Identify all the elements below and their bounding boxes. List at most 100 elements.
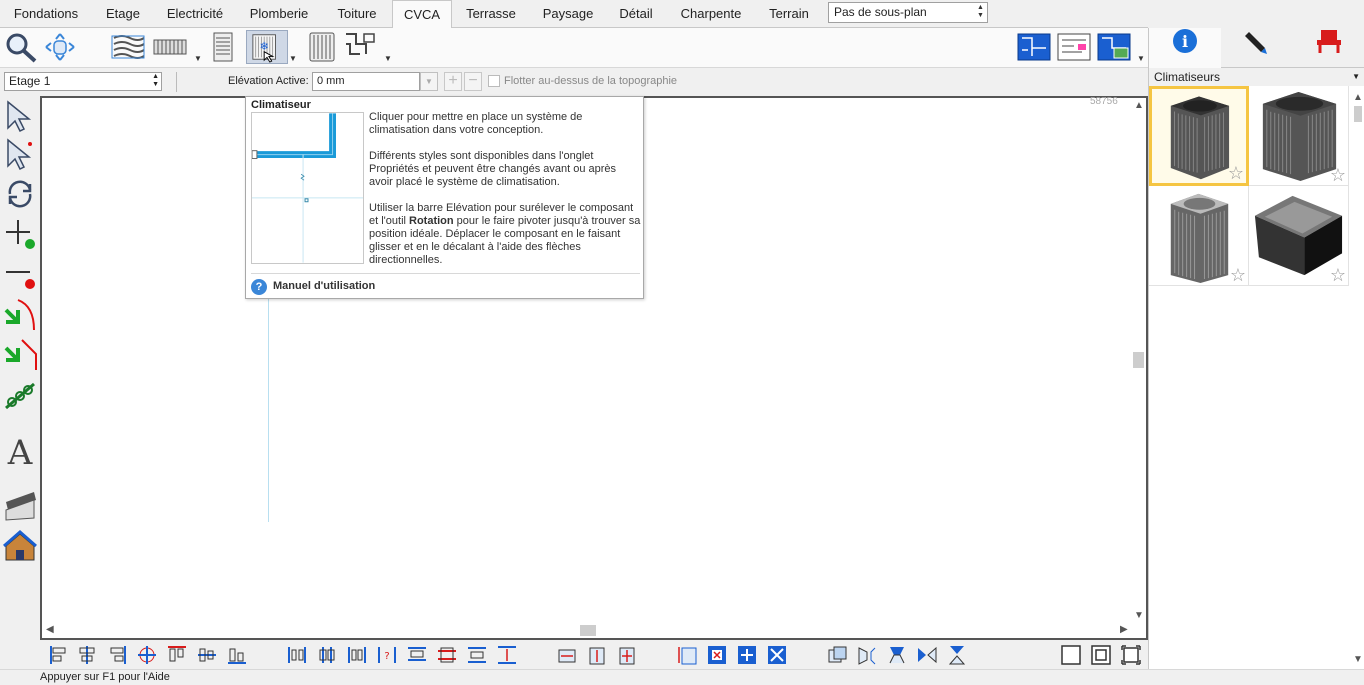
- multi-select-icon[interactable]: [2, 136, 38, 172]
- reflect-horizontal-icon[interactable]: [916, 644, 938, 666]
- align-bottom-icon[interactable]: [226, 644, 248, 666]
- scroll-left-icon[interactable]: ◀: [46, 624, 54, 635]
- scroll-down-icon[interactable]: ▼: [1134, 610, 1144, 621]
- add-point-icon[interactable]: [2, 216, 38, 252]
- camera-film-icon[interactable]: [2, 488, 38, 524]
- tab-terrain[interactable]: Terrain: [756, 0, 822, 28]
- distribute-center-icon[interactable]: [316, 644, 338, 666]
- pan-icon[interactable]: [42, 30, 78, 64]
- delete-point-icon[interactable]: [2, 256, 38, 292]
- chair-tab[interactable]: [1293, 28, 1364, 68]
- chamfer-icon[interactable]: [2, 336, 38, 372]
- favorite-star-icon[interactable]: ☆: [1330, 265, 1346, 285]
- favorite-star-icon[interactable]: ☆: [1330, 165, 1346, 185]
- help-icon[interactable]: ?: [251, 279, 267, 295]
- align-center-icon[interactable]: [76, 644, 98, 666]
- frame-single-icon[interactable]: [1060, 644, 1082, 666]
- svg-text:A: A: [7, 433, 33, 468]
- align-left-icon[interactable]: [48, 644, 70, 666]
- tab-charpente[interactable]: Charpente: [666, 0, 756, 28]
- expand-center-icon[interactable]: [736, 644, 758, 666]
- break-line-icon[interactable]: [2, 378, 38, 414]
- chevron-down-icon[interactable]: ▼: [289, 54, 297, 63]
- chevron-down-icon[interactable]: ▼: [1137, 54, 1145, 63]
- category-header[interactable]: Climatiseurs ▼: [1148, 68, 1364, 86]
- fit-inside-icon[interactable]: [706, 644, 728, 666]
- library-item-air-conditioner-3[interactable]: ☆: [1149, 186, 1249, 286]
- tab-detail[interactable]: Détail: [606, 0, 666, 28]
- info-tab[interactable]: i: [1149, 28, 1221, 68]
- tab-plomberie[interactable]: Plomberie: [236, 0, 322, 28]
- favorite-star-icon[interactable]: ☆: [1228, 163, 1244, 183]
- text-icon[interactable]: A: [2, 432, 38, 473]
- scroll-up-icon[interactable]: ▲: [1134, 100, 1144, 111]
- elevation-input[interactable]: 0 mm: [312, 72, 420, 91]
- rotate-icon[interactable]: [2, 176, 38, 212]
- chevron-down-icon[interactable]: ▼: [384, 54, 392, 63]
- mirror-horizontal-icon[interactable]: [856, 644, 878, 666]
- scroll-down-icon[interactable]: ▼: [1353, 654, 1363, 665]
- subplan-select[interactable]: Pas de sous-plan ▲ ▼: [828, 2, 988, 23]
- zoom-icon[interactable]: [3, 30, 39, 64]
- horizontal-scroll-thumb[interactable]: [580, 625, 596, 636]
- canvas-corner-text: 58756: [1090, 96, 1118, 107]
- fillet-icon[interactable]: [2, 296, 38, 332]
- tab-toiture[interactable]: Toiture: [322, 0, 392, 28]
- floor-select[interactable]: Etage 1 ▲ ▼: [4, 72, 162, 91]
- library-item-air-conditioner-2[interactable]: ☆: [1249, 86, 1349, 186]
- favorite-star-icon[interactable]: ☆: [1230, 265, 1246, 285]
- library-scroll-thumb[interactable]: [1354, 106, 1362, 122]
- tab-etage[interactable]: Etage: [92, 0, 154, 28]
- pen-tab[interactable]: [1221, 28, 1293, 68]
- scroll-right-icon[interactable]: ▶: [1120, 624, 1128, 635]
- chevron-down-icon[interactable]: ▼: [420, 72, 438, 91]
- air-conditioner-icon[interactable]: ❄: [246, 30, 288, 64]
- library-item-air-conditioner-4[interactable]: ☆: [1249, 186, 1349, 286]
- tab-cvca[interactable]: CVCA: [392, 0, 452, 29]
- match-height-icon[interactable]: [586, 644, 608, 666]
- plan-view-icon[interactable]: [1016, 30, 1052, 64]
- frame-corners-icon[interactable]: [1120, 644, 1142, 666]
- library-item-air-conditioner-1[interactable]: ☆: [1149, 86, 1249, 186]
- frame-double-icon[interactable]: [1090, 644, 1112, 666]
- tab-terrasse[interactable]: Terrasse: [452, 0, 530, 28]
- align-middle-icon[interactable]: [196, 644, 218, 666]
- minus-icon[interactable]: −: [464, 72, 482, 91]
- distribute-middle-icon[interactable]: [436, 644, 458, 666]
- elevation-view-icon[interactable]: [1056, 30, 1092, 64]
- mirror-vertical-icon[interactable]: [886, 644, 908, 666]
- 3d-view-icon[interactable]: [1096, 30, 1132, 64]
- reflect-vertical-icon[interactable]: [946, 644, 968, 666]
- chevron-down-icon[interactable]: ▼: [194, 54, 202, 63]
- vent-icon[interactable]: [208, 30, 238, 64]
- tab-electricite[interactable]: Electricité: [154, 0, 236, 28]
- center-both-icon[interactable]: [136, 644, 158, 666]
- float-checkbox[interactable]: [488, 75, 500, 87]
- distribute-right-icon[interactable]: [346, 644, 368, 666]
- distribute-left-icon[interactable]: [286, 644, 308, 666]
- duct-icon[interactable]: [110, 30, 146, 64]
- match-width-icon[interactable]: [556, 644, 578, 666]
- spin-arrows-icon: ▲ ▼: [977, 4, 984, 19]
- vertical-scroll-thumb[interactable]: [1133, 352, 1144, 368]
- tab-fondations[interactable]: Fondations: [0, 0, 92, 28]
- copy-paste-icon[interactable]: [826, 644, 848, 666]
- distribute-horizontal-icon[interactable]: ?: [376, 644, 398, 666]
- stretch-vertical-icon[interactable]: [676, 644, 698, 666]
- distribute-bottom-icon[interactable]: [466, 644, 488, 666]
- align-right-icon[interactable]: [106, 644, 128, 666]
- match-size-icon[interactable]: [616, 644, 638, 666]
- house-icon[interactable]: [2, 528, 38, 564]
- distribute-vertical-icon[interactable]: [496, 644, 518, 666]
- align-top-icon[interactable]: [166, 644, 188, 666]
- shrink-center-icon[interactable]: [766, 644, 788, 666]
- plus-icon[interactable]: +: [444, 72, 462, 91]
- distribute-top-icon[interactable]: [406, 644, 428, 666]
- user-manual-link[interactable]: Manuel d'utilisation: [273, 280, 375, 292]
- select-arrow-icon[interactable]: [2, 98, 38, 134]
- tab-paysage[interactable]: Paysage: [530, 0, 606, 28]
- duct-route-icon[interactable]: [342, 30, 378, 64]
- scroll-up-icon[interactable]: ▲: [1353, 92, 1363, 103]
- radiator-icon[interactable]: [304, 30, 340, 64]
- radiator-baseboard-icon[interactable]: [152, 30, 188, 64]
